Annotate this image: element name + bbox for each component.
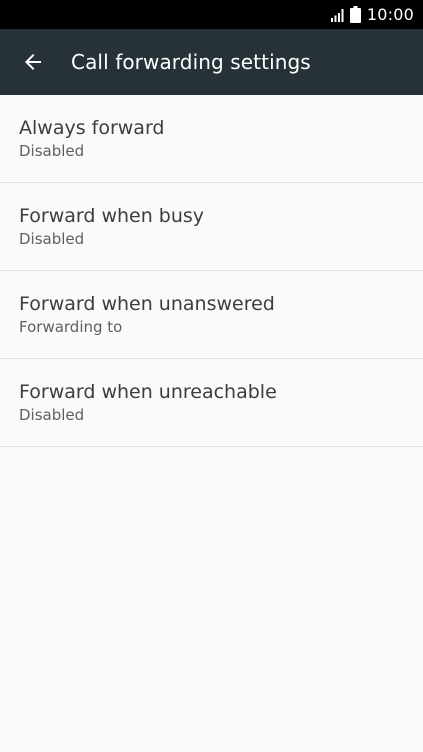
setting-title: Always forward: [19, 117, 165, 139]
setting-summary: Disabled: [19, 142, 85, 160]
back-button[interactable]: [0, 29, 66, 95]
setting-title: Forward when unanswered: [19, 293, 275, 315]
app-bar: Call forwarding settings: [0, 29, 423, 95]
status-time: 10:00: [366, 5, 414, 24]
setting-summary: Disabled: [19, 406, 85, 424]
signal-icon: [330, 8, 344, 22]
setting-title: Forward when busy: [19, 205, 205, 227]
setting-forward-when-busy[interactable]: Forward when busy Disabled: [0, 183, 423, 271]
setting-summary: Forwarding to: [19, 318, 123, 336]
setting-forward-when-unanswered[interactable]: Forward when unanswered Forwarding to: [0, 271, 423, 359]
status-bar: 10:00: [0, 0, 423, 29]
page-title: Call forwarding settings: [71, 50, 311, 74]
setting-title: Forward when unreachable: [19, 381, 277, 403]
arrow-left-icon: [25, 54, 41, 70]
setting-always-forward[interactable]: Always forward Disabled: [0, 95, 423, 183]
setting-forward-when-unreachable[interactable]: Forward when unreachable Disabled: [0, 359, 423, 447]
setting-summary: Disabled: [19, 230, 85, 248]
settings-list: Always forward Disabled Forward when bus…: [0, 95, 423, 447]
status-icons: 10:00: [330, 0, 414, 29]
battery-icon: [349, 6, 361, 23]
